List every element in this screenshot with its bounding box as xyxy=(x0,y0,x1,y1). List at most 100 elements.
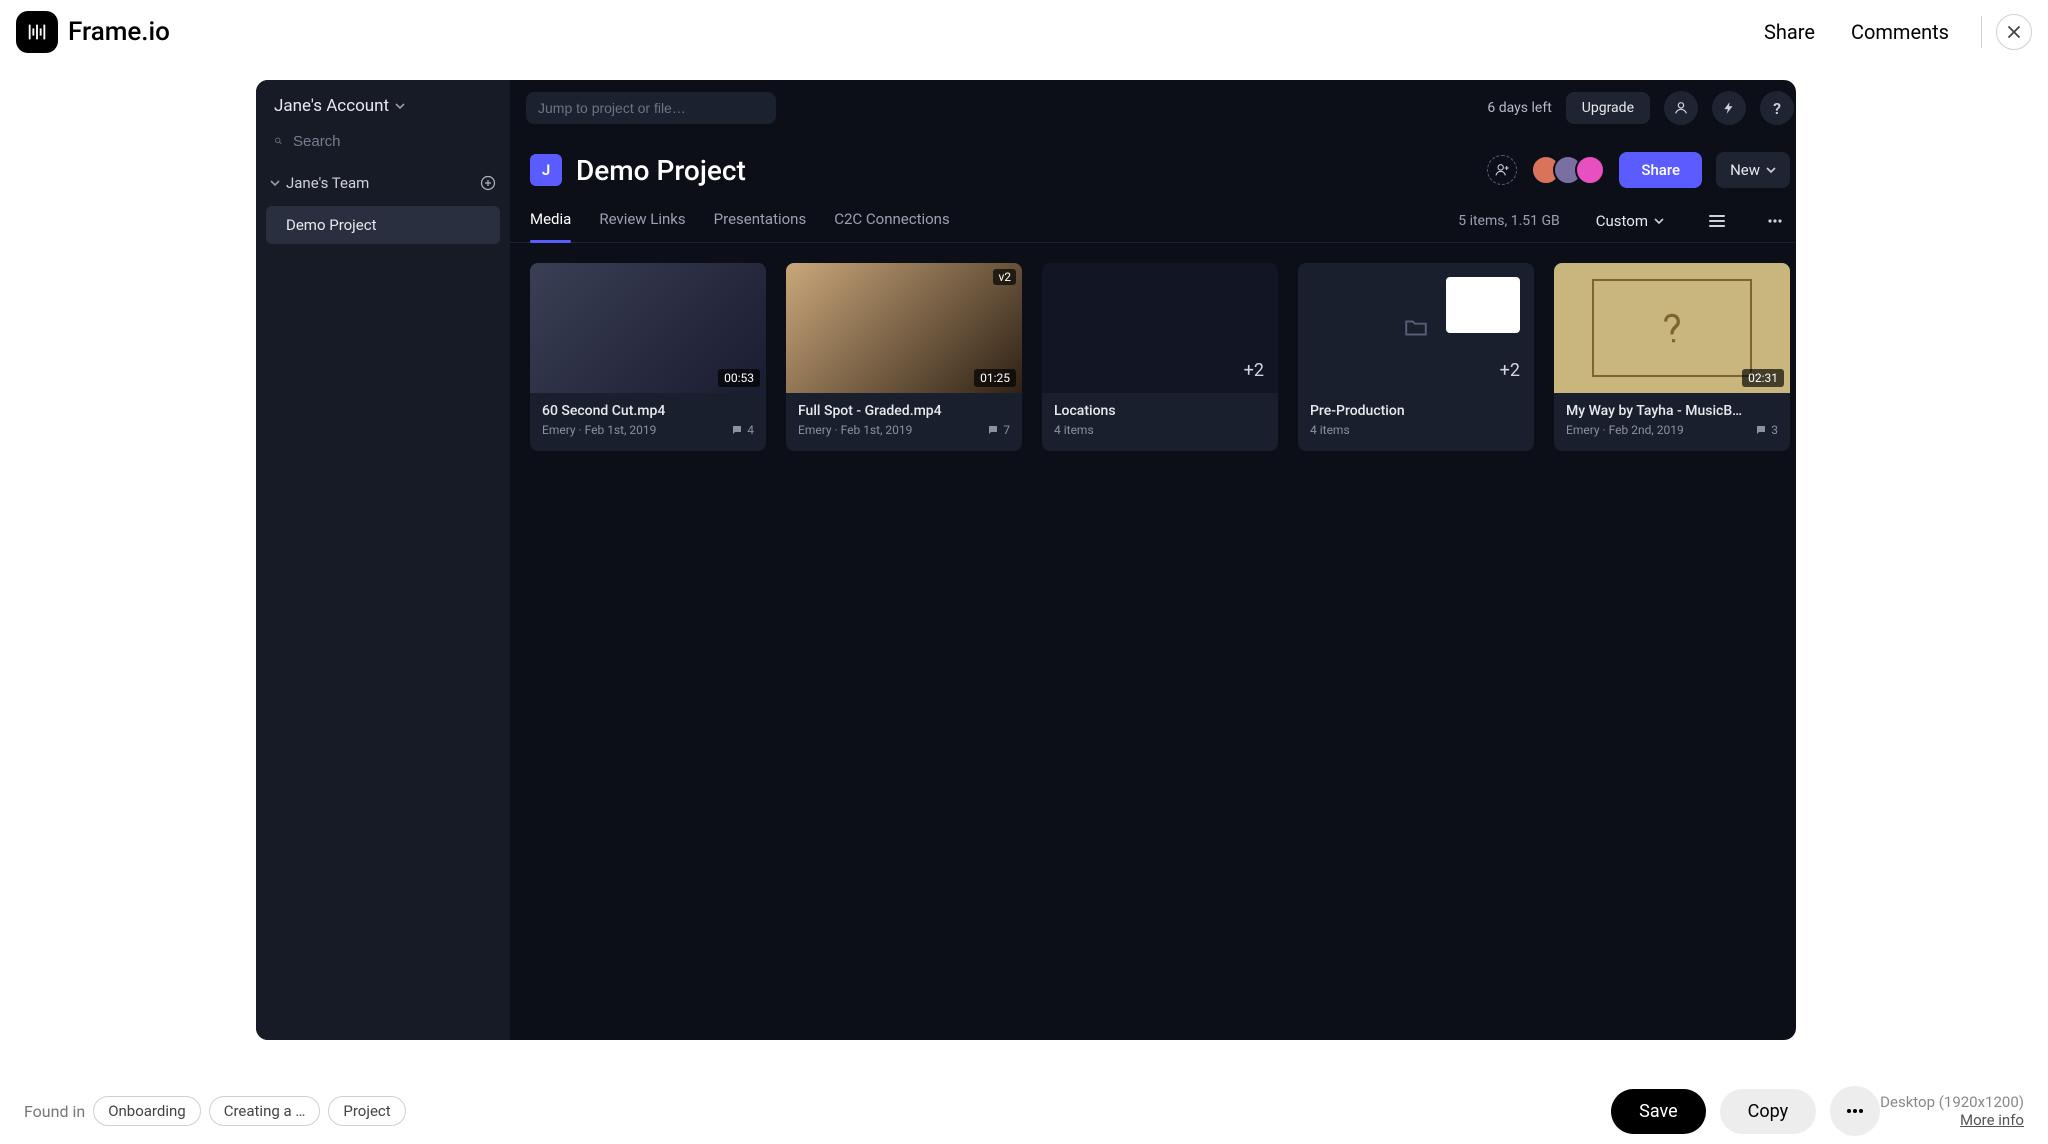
found-in-label: Found in xyxy=(24,1102,85,1121)
media-card[interactable]: v2 01:25 Full Spot - Graded.mp4 Emery · … xyxy=(786,263,1022,451)
media-card[interactable]: 00:53 60 Second Cut.mp4 Emery · Feb 1st,… xyxy=(530,263,766,451)
topbar-share-link[interactable]: Share xyxy=(1746,20,1833,44)
add-collaborator-button[interactable] xyxy=(1487,155,1517,185)
duration-badge: 01:25 xyxy=(974,369,1016,387)
sort-dropdown[interactable]: Custom xyxy=(1596,212,1664,230)
viewport-label: Desktop (1920x1200) xyxy=(1880,1093,2024,1111)
media-card-subtitle: Emery · Feb 1st, 2019 xyxy=(798,423,912,437)
list-view-icon xyxy=(1708,212,1726,230)
tab-review-links[interactable]: Review Links xyxy=(599,200,685,242)
project-title: Demo Project xyxy=(576,154,746,187)
album-art-icon xyxy=(1592,279,1752,377)
folder-thumbnail: +2 xyxy=(1042,263,1278,393)
comment-count: 7 xyxy=(987,423,1010,437)
sidebar-search[interactable] xyxy=(256,132,510,164)
tab-c2c-connections[interactable]: C2C Connections xyxy=(834,200,950,242)
avatar xyxy=(1575,155,1605,185)
jump-to-input[interactable] xyxy=(526,92,776,124)
brand-logo-icon xyxy=(16,11,58,53)
project-bar: J Demo Project Share New xyxy=(510,136,1796,192)
project-stats: 5 items, 1.51 GB xyxy=(1458,213,1560,229)
comment-count-value: 4 xyxy=(747,423,754,437)
lightning-icon xyxy=(1722,101,1736,115)
add-project-button[interactable] xyxy=(480,175,496,191)
copy-button[interactable]: Copy xyxy=(1720,1089,1817,1134)
comment-icon xyxy=(1755,424,1767,436)
header-bolt-button[interactable] xyxy=(1712,91,1746,125)
chevron-down-icon xyxy=(270,178,280,188)
more-info-link[interactable]: More info xyxy=(1880,1111,2024,1129)
folder-card-subtitle: 4 items xyxy=(1310,423,1350,437)
duration-badge: 02:31 xyxy=(1742,369,1784,387)
plus-circle-icon xyxy=(480,175,496,191)
share-button[interactable]: Share xyxy=(1619,152,1702,188)
user-icon xyxy=(1673,100,1689,116)
folder-icon xyxy=(1403,315,1429,341)
chevron-down-icon xyxy=(1766,165,1776,175)
header-user-button[interactable] xyxy=(1664,91,1698,125)
folder-card[interactable]: +2 Locations 4 items xyxy=(1042,263,1278,451)
tabs-row: Media Review Links Presentations C2C Con… xyxy=(510,192,1796,243)
folder-card-title: Pre-Production xyxy=(1310,403,1522,419)
trial-days-left: 6 days left xyxy=(1487,100,1551,116)
tab-media[interactable]: Media xyxy=(530,200,571,242)
media-card-subtitle: Emery · Feb 1st, 2019 xyxy=(542,423,656,437)
comment-count: 3 xyxy=(1755,423,1778,437)
main-pane: 6 days left Upgrade ? J Demo Project xyxy=(510,80,1796,1040)
media-card-subtitle: Emery · Feb 2nd, 2019 xyxy=(1566,423,1684,437)
tag-project[interactable]: Project xyxy=(328,1096,405,1126)
comment-count-value: 3 xyxy=(1771,423,1778,437)
close-button[interactable] xyxy=(1996,14,2032,50)
doc-preview-icon xyxy=(1446,277,1520,333)
footer-info: Desktop (1920x1200) More info xyxy=(1880,1093,2024,1129)
account-switcher[interactable]: Jane's Account xyxy=(256,80,510,132)
folder-card-title: Locations xyxy=(1054,403,1266,419)
topbar-comments-link[interactable]: Comments xyxy=(1833,20,1967,44)
page-bottom-bar: Found in Onboarding Creating a … Project… xyxy=(0,1078,2048,1144)
main-header: 6 days left Upgrade ? xyxy=(510,80,1796,136)
account-label: Jane's Account xyxy=(274,96,389,116)
question-mark-icon: ? xyxy=(1773,99,1781,118)
brand-name: Frame.io xyxy=(68,17,170,47)
new-button-label: New xyxy=(1730,161,1760,179)
comment-count-value: 7 xyxy=(1003,423,1010,437)
collaborator-avatars[interactable] xyxy=(1531,155,1605,185)
new-button[interactable]: New xyxy=(1716,152,1790,188)
upgrade-button[interactable]: Upgrade xyxy=(1566,92,1650,124)
folder-card-subtitle: 4 items xyxy=(1054,423,1094,437)
duration-badge: 00:53 xyxy=(718,369,760,387)
search-input[interactable] xyxy=(293,133,492,150)
topbar-divider xyxy=(1981,16,1982,48)
comment-count: 4 xyxy=(731,423,754,437)
comment-icon xyxy=(987,424,999,436)
media-card[interactable]: 02:31 My Way by Tayha - MusicB… Emery · … xyxy=(1554,263,1790,451)
tab-presentations[interactable]: Presentations xyxy=(714,200,807,242)
browser-topbar: Frame.io Share Comments xyxy=(0,0,2048,64)
sidebar-team-row[interactable]: Jane's Team xyxy=(256,164,510,202)
tag-onboarding[interactable]: Onboarding xyxy=(93,1096,201,1126)
media-thumbnail: 00:53 xyxy=(530,263,766,393)
media-card-title: My Way by Tayha - MusicB… xyxy=(1566,403,1778,419)
close-icon xyxy=(2006,24,2022,40)
folder-thumbnail: +2 xyxy=(1298,263,1534,393)
comment-icon xyxy=(731,424,743,436)
sidebar-project-demo[interactable]: Demo Project xyxy=(266,206,500,244)
more-options-button[interactable] xyxy=(1760,206,1790,236)
media-grid: 00:53 60 Second Cut.mp4 Emery · Feb 1st,… xyxy=(510,243,1796,471)
bottom-more-button[interactable] xyxy=(1830,1086,1880,1136)
folder-card[interactable]: +2 Pre-Production 4 items xyxy=(1298,263,1534,451)
header-help-button[interactable]: ? xyxy=(1760,91,1794,125)
user-plus-icon xyxy=(1494,162,1510,178)
tag-creating-a[interactable]: Creating a … xyxy=(209,1096,321,1126)
app-frame: Jane's Account Jane's Team Demo Project xyxy=(256,80,1796,1040)
media-thumbnail: 02:31 xyxy=(1554,263,1790,393)
save-button[interactable]: Save xyxy=(1611,1089,1706,1134)
folder-more-count: +2 xyxy=(1244,360,1264,381)
sidebar-project-label: Demo Project xyxy=(286,216,376,234)
version-badge: v2 xyxy=(993,269,1016,285)
search-icon xyxy=(274,132,283,150)
ellipsis-icon xyxy=(1844,1100,1866,1122)
media-thumbnail: v2 01:25 xyxy=(786,263,1022,393)
chevron-down-icon xyxy=(1654,216,1664,226)
view-toggle-button[interactable] xyxy=(1702,206,1732,236)
